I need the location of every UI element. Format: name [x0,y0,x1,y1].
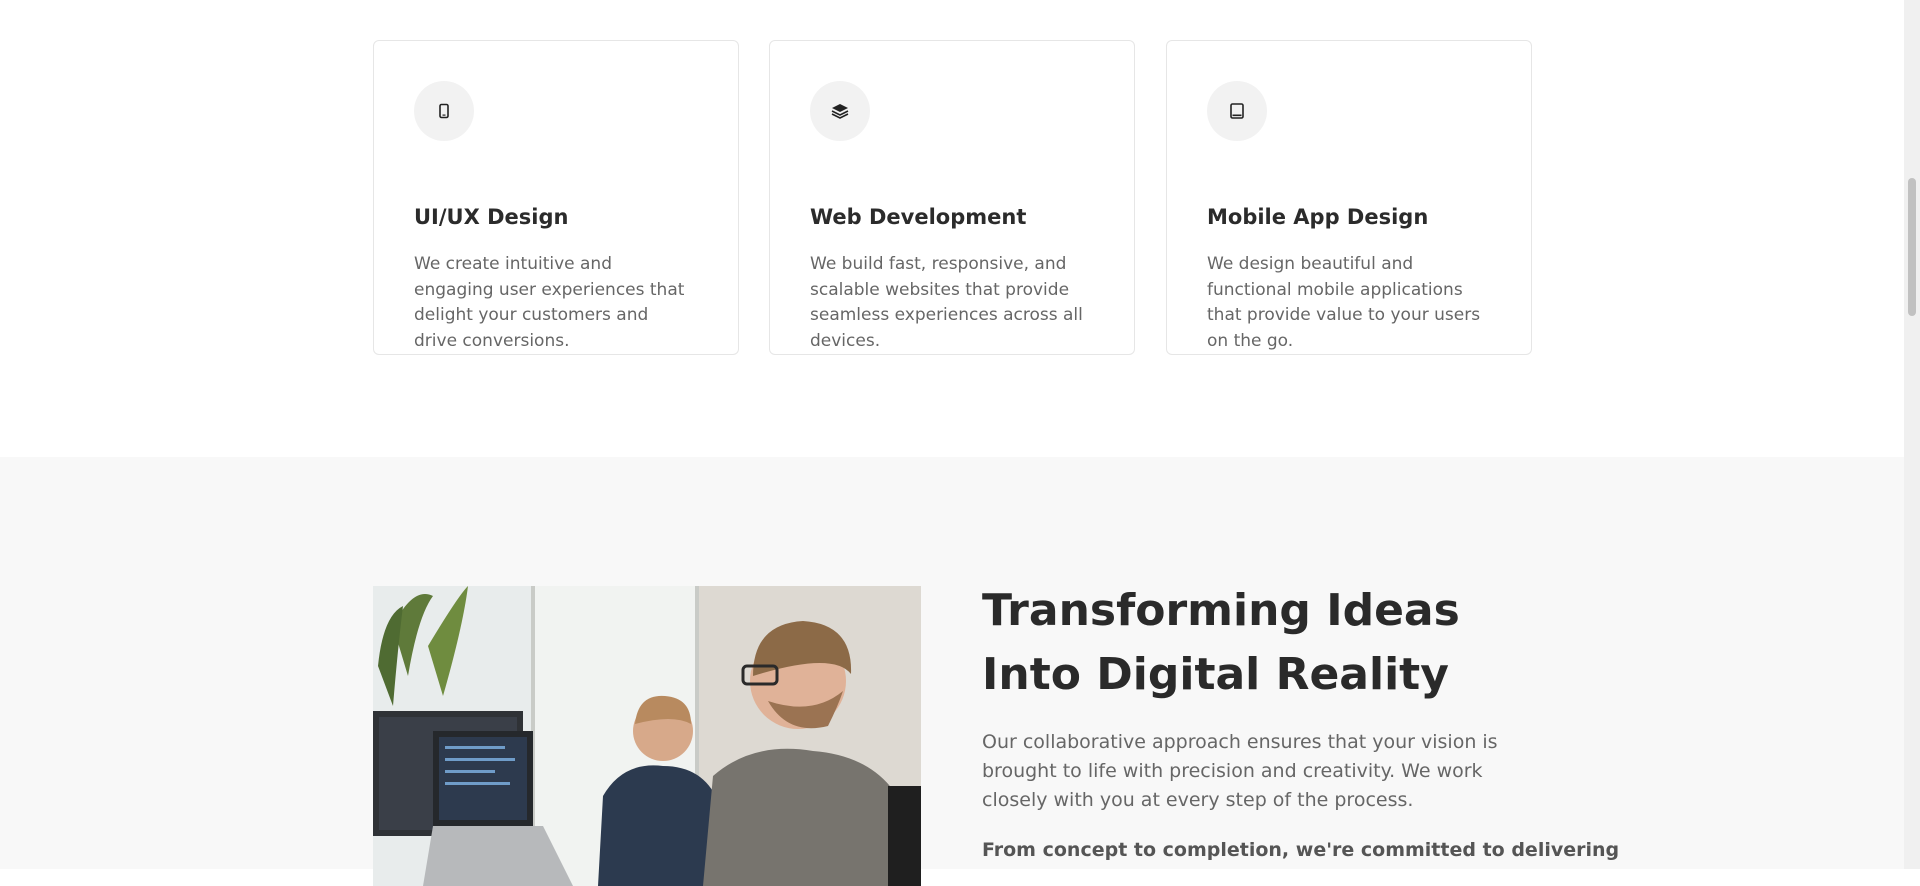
about-paragraph: Our collaborative approach ensures that … [982,731,1498,811]
service-card-uiux: UI/UX Design We create intuitive and eng… [373,40,739,355]
icon-circle [414,81,474,141]
office-workers-illustration [373,586,921,886]
about-paragraph-bold: From concept to completion, we're commit… [982,839,1620,861]
service-title: Mobile App Design [1207,205,1429,229]
service-card-web-development: Web Development We build fast, responsiv… [769,40,1135,355]
about-section: Transforming Ideas Into Digital Reality … [0,457,1904,886]
services-section: UI/UX Design We create intuitive and eng… [0,0,1904,457]
service-card-mobile-app-design: Mobile App Design We design beautiful an… [1166,40,1532,355]
about-heading: Transforming Ideas Into Digital Reality [982,585,1460,700]
service-title: Web Development [810,205,1027,229]
service-description: We design beautiful and functional mobil… [1207,254,1481,351]
service-title: UI/UX Design [414,205,569,229]
smartphone-icon [439,103,449,119]
tablet-icon [1230,103,1244,119]
team-photo [373,586,921,886]
scrollbar-thumb[interactable] [1908,178,1916,316]
layers-icon [831,104,849,119]
service-description: We build fast, responsive, and scalable … [810,254,1083,351]
service-description: We create intuitive and engaging user ex… [414,254,685,351]
icon-circle [1207,81,1267,141]
icon-circle [810,81,870,141]
page-scrollbar[interactable] [1904,0,1920,869]
